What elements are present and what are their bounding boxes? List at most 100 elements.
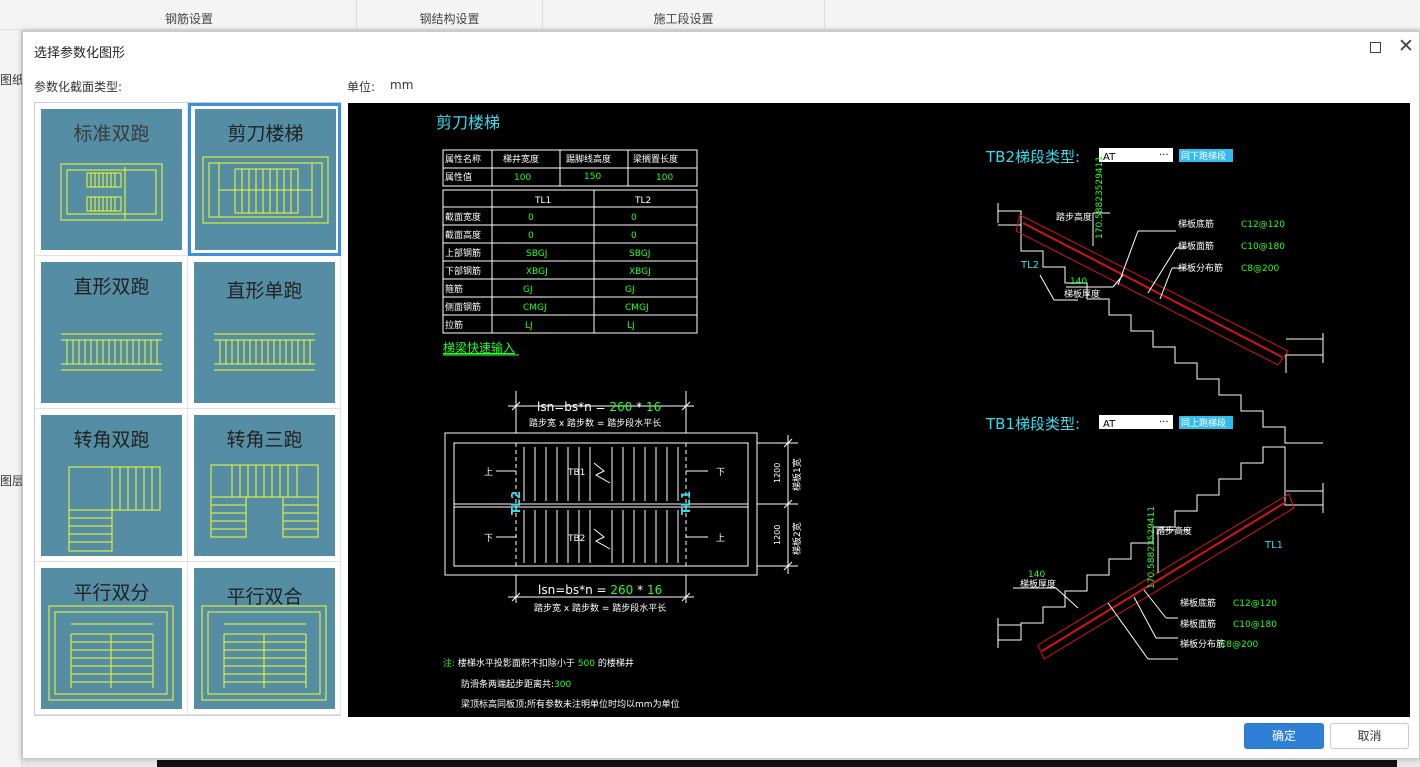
beam-row-label: 侧面钢筋 xyxy=(445,301,481,313)
tb2-dist-bar-label: 梯板分布筋 xyxy=(1178,262,1223,274)
beam-tl2-value[interactable]: CMGJ xyxy=(625,303,649,313)
maximize-icon[interactable] xyxy=(1370,42,1381,53)
thumbnail-image: 平行双合 xyxy=(194,568,335,709)
bottom-lsn-desc: 踏步宽 x 踏步数 = 踏步段水平长 xyxy=(534,602,666,614)
tb2-thickness-label: 梯板厚度 xyxy=(1064,288,1100,300)
tb2-ellipsis-icon[interactable]: ··· xyxy=(1159,150,1169,161)
shape-corner-double-run[interactable]: 转角双跑 xyxy=(35,409,188,562)
tb2-type-label: TB2梯段类型: xyxy=(985,148,1080,166)
tb1-thickness-label: 梯板厚度 xyxy=(1020,578,1056,590)
top-lsn-label: lsn=bs*n = 260 * 16 xyxy=(537,400,661,414)
shape-corner-triple-run[interactable]: 转角三跑 xyxy=(188,409,341,562)
plan-tl2-label: TL2 xyxy=(509,491,523,515)
beam-tl2-value[interactable]: GJ xyxy=(625,285,635,295)
shape-scissor-stair[interactable]: 剪刀楼梯 xyxy=(188,103,341,256)
beam-tl2-value[interactable]: 0 xyxy=(631,231,637,241)
beam-tl1-value[interactable]: XBGJ xyxy=(526,267,548,277)
beam-header-tl1: TL1 xyxy=(534,196,551,206)
tb2-top-bar-value[interactable]: C10@180 xyxy=(1241,242,1285,252)
tb2-dist-bar-value[interactable]: C8@200 xyxy=(1241,264,1279,274)
tb2-same-as-lower-label[interactable]: 同下跑梯段 xyxy=(1181,150,1226,162)
standard-double-run-icon xyxy=(60,163,163,221)
beam-tl1-value[interactable]: CMGJ xyxy=(523,303,547,313)
beam-row-label: 下部钢筋 xyxy=(445,265,481,277)
beam-tl1-value[interactable]: GJ xyxy=(523,285,533,295)
unit-label: 单位: xyxy=(347,80,376,94)
note-line-1: 注: 楼梯水平投影面积不扣除小于 500 的楼梯井 xyxy=(443,657,634,669)
prop-header-well-width: 梯井宽度 xyxy=(503,153,539,165)
corner-double-run-icon xyxy=(68,466,161,552)
plan-tb2-label: TB2 xyxy=(567,534,585,544)
beam-quick-input-link[interactable]: 梯梁快速输入 xyxy=(443,340,515,355)
prop-skirting-height-value[interactable]: 150 xyxy=(584,172,601,182)
tb1-top-bar-label: 梯板面筋 xyxy=(1180,618,1216,630)
ok-button[interactable]: 确定 xyxy=(1244,723,1324,749)
straight-single-run-icon xyxy=(214,333,315,371)
tb2-bottom-bar-label: 梯板底筋 xyxy=(1178,218,1214,230)
tb2-thickness-value[interactable]: 140 xyxy=(1070,277,1087,287)
prop-well-width-value[interactable]: 100 xyxy=(514,173,531,183)
tb1-ellipsis-icon[interactable]: ··· xyxy=(1159,417,1169,428)
tb1-bottom-bar-label: 梯板底筋 xyxy=(1180,597,1216,609)
tb1-beam-label: TL1 xyxy=(1264,540,1283,551)
tb1-thickness-value[interactable]: 140 xyxy=(1028,570,1045,580)
tab-steel-structure-settings[interactable]: 钢结构设置 xyxy=(357,0,543,30)
tb1-step-height-label: 踏步高度 xyxy=(1156,525,1192,537)
tb2-bottom-bar-value[interactable]: C12@120 xyxy=(1241,220,1285,230)
top-lsn-desc: 踏步宽 x 踏步数 = 踏步段水平长 xyxy=(529,417,661,429)
tb1-same-as-upper-label[interactable]: 同上跑梯段 xyxy=(1181,417,1226,429)
tb2-beam-label: TL2 xyxy=(1020,260,1039,271)
tb1-step-height-value[interactable]: 170.58823529411 xyxy=(1147,506,1157,589)
parametric-preview-canvas: 剪刀楼梯 属性名称 梯井宽度 踢脚线高度 梁搁置长度 属性值 100 150 1… xyxy=(348,103,1410,717)
thumbnail-image: 转角三跑 xyxy=(194,415,335,556)
tb1-type-value[interactable]: AT xyxy=(1103,419,1116,430)
shape-straight-single-run[interactable]: 直形单跑 xyxy=(188,256,341,409)
tab-construction-section-settings[interactable]: 施工段设置 xyxy=(543,0,825,30)
plan-board2-width-label: 梯板2宽 xyxy=(791,522,803,555)
tb1-top-bar-value[interactable]: C10@180 xyxy=(1233,620,1277,630)
note-line-3: 梁顶标高同板顶;所有参数未注明单位时均以mm为单位 xyxy=(461,698,680,710)
thumbnail-image: 直形单跑 xyxy=(194,262,335,403)
tb1-bottom-bar-value[interactable]: C12@120 xyxy=(1233,599,1277,609)
background-toolbar: 钢筋设置 钢结构设置 施工段设置 xyxy=(0,0,1420,30)
prop-bearing-length-value[interactable]: 100 xyxy=(656,173,673,183)
beam-row-label: 箍筋 xyxy=(445,283,463,295)
beam-tl1-value[interactable]: LJ xyxy=(525,321,533,331)
plan-down-label: 下 xyxy=(484,534,493,544)
beam-tl2-value[interactable]: 0 xyxy=(631,213,637,223)
shape-standard-double-run[interactable]: 标准双跑 xyxy=(35,103,188,256)
drawings-panel-label: 图纸 xyxy=(0,73,25,87)
bottom-lsn-label: lsn=bs*n = 260 * 16 xyxy=(538,583,662,597)
beam-tl1-value[interactable]: 0 xyxy=(528,213,534,223)
shape-parallel-split[interactable]: 平行双分 xyxy=(35,562,188,715)
beam-tl2-value[interactable]: LJ xyxy=(627,321,635,331)
beam-tl1-value[interactable]: SBGJ xyxy=(526,249,547,259)
scissor-stair-drawing: 剪刀楼梯 属性名称 梯井宽度 踢脚线高度 梁搁置长度 属性值 100 150 1… xyxy=(436,113,1324,710)
close-icon[interactable]: ✕ xyxy=(1396,36,1416,56)
tb1-dist-bar-label: 梯板分布筋 xyxy=(1180,638,1225,650)
tb2-step-height-label: 踏步高度 xyxy=(1056,211,1092,223)
cancel-button[interactable]: 取消 xyxy=(1330,723,1409,749)
tb1-dist-bar-value[interactable]: C8@200 xyxy=(1220,640,1258,650)
tab-rebar-settings[interactable]: 钢筋设置 xyxy=(22,0,357,30)
parallel-merge-icon xyxy=(201,605,327,701)
section-type-label: 参数化截面类型: xyxy=(34,80,123,94)
dialog-title: 选择参数化图形 xyxy=(34,46,126,61)
scissor-stair-icon xyxy=(202,156,329,224)
beam-tl2-value[interactable]: XBGJ xyxy=(629,267,651,277)
layers-panel-label: 图层 xyxy=(0,474,25,488)
thumbnail-image: 标准双跑 xyxy=(41,109,182,250)
beam-tl1-value[interactable]: 0 xyxy=(528,231,534,241)
select-parametric-shape-dialog: 选择参数化图形 ✕ 参数化截面类型: 单位: mm 标准双跑 剪刀楼梯 直形双跑… xyxy=(22,31,1420,759)
prop-row-label: 属性值 xyxy=(445,171,472,183)
plan-dim-1200-upper: 1200 xyxy=(773,463,782,483)
shape-straight-double-run[interactable]: 直形双跑 xyxy=(35,256,188,409)
tb2-step-height-value[interactable]: 170.58823529411 xyxy=(1095,156,1105,239)
shape-parallel-merge[interactable]: 平行双合 xyxy=(188,562,341,715)
beam-table xyxy=(442,189,698,334)
beam-tl2-value[interactable]: SBGJ xyxy=(629,249,650,259)
straight-double-run-icon xyxy=(61,333,162,371)
prop-header-skirting-height: 踢脚线高度 xyxy=(566,153,611,165)
plan-up-label: 上 xyxy=(716,533,725,544)
note-line-2: 防滑条两端起步距离共:300 xyxy=(461,678,571,690)
